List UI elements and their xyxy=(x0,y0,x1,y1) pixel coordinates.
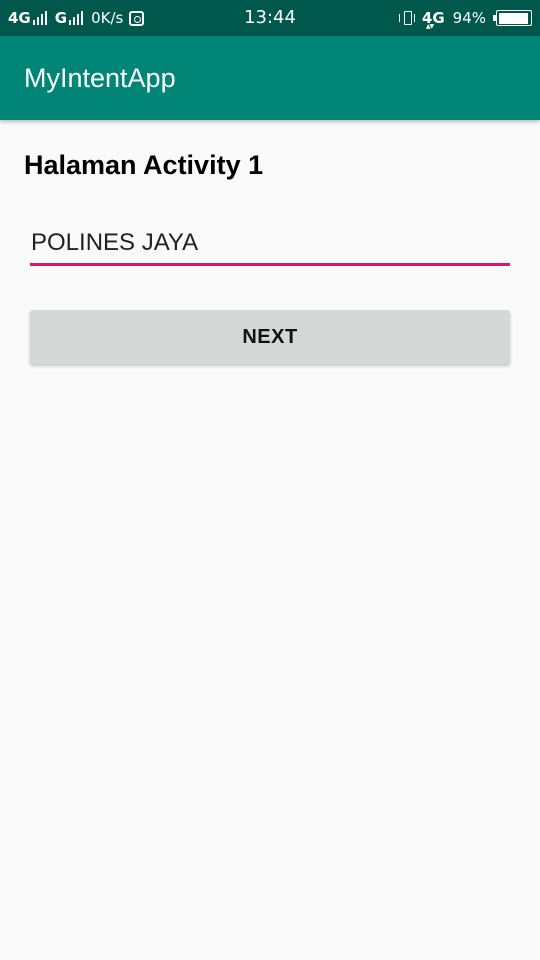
battery-fill xyxy=(498,12,528,24)
name-input[interactable] xyxy=(30,222,510,266)
status-bar: 4G G 0K/s 13:44 4G 94% xyxy=(0,0,540,36)
battery-icon xyxy=(493,10,532,26)
status-right: 4G 94% xyxy=(398,0,532,36)
network-type-3: 4G xyxy=(422,9,445,30)
page-heading: Halaman Activity 1 xyxy=(24,150,264,180)
app-bar: MyIntentApp xyxy=(0,36,540,120)
vibrate-icon xyxy=(398,11,415,25)
battery-percent: 94% xyxy=(452,9,486,27)
app-title: MyIntentApp xyxy=(24,63,176,93)
name-field[interactable] xyxy=(30,222,510,268)
next-button[interactable]: NEXT xyxy=(30,310,510,364)
